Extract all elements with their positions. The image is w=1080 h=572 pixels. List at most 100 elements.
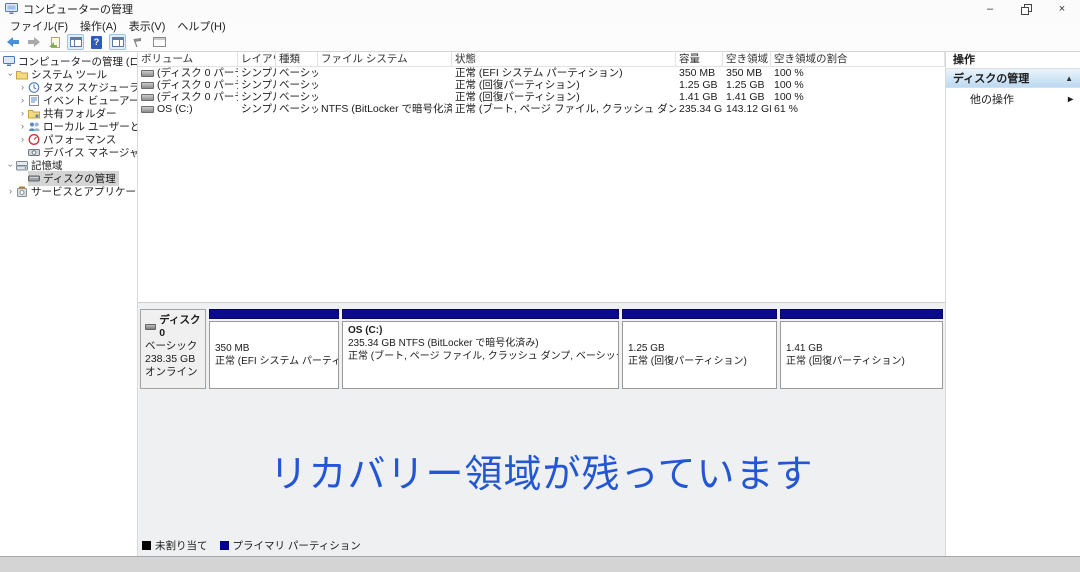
menu-bar: ファイル(F) 操作(A) 表示(V) ヘルプ(H) <box>0 18 1080 33</box>
actions-pane: 操作 ディスクの管理 ▲ 他の操作 ▸ <box>946 52 1080 556</box>
volume-row-partition-5[interactable]: (ディスク 0 パーティション 5) シンプル ベーシック 正常 (回復パーティ… <box>138 91 945 103</box>
export-list-icon[interactable] <box>46 34 63 50</box>
volume-free-pct: 100 % <box>771 79 945 91</box>
chevron-down-icon[interactable]: › <box>4 69 17 80</box>
chevron-right-icon[interactable]: › <box>17 107 28 120</box>
volume-type: ベーシック <box>276 79 318 91</box>
window-controls: – × <box>972 0 1080 18</box>
services-icon <box>16 186 28 197</box>
primary-partition-stripe <box>209 309 339 319</box>
primary-partition-color-swatch <box>220 541 229 550</box>
partition-legend: 未割り当て プライマリ パーティション <box>142 538 361 553</box>
volume-name: OS (C:) <box>157 103 193 115</box>
column-header-volume[interactable]: ボリューム <box>138 52 238 66</box>
volume-capacity: 350 MB <box>676 67 723 79</box>
volume-type: ベーシック <box>276 91 318 103</box>
volume-name: (ディスク 0 パーティション 5) <box>157 91 238 103</box>
partition-recovery-2[interactable]: 1.41 GB 正常 (回復パーティション) <box>780 309 943 389</box>
partition-recovery-1[interactable]: 1.25 GB 正常 (回復パーティション) <box>622 309 777 389</box>
volume-icon <box>141 70 154 77</box>
partition-efi[interactable]: 350 MB 正常 (EFI システム パーティション) <box>209 309 339 389</box>
toolbar: ? <box>0 33 1080 52</box>
column-header-capacity[interactable]: 容量 <box>676 52 723 66</box>
computer-icon <box>3 56 15 67</box>
taskbar-edge <box>0 557 1080 572</box>
recovery-annotation-text: リカバリー領域が残っています <box>138 443 945 498</box>
volume-icon <box>141 94 154 101</box>
shared-folders-icon <box>28 108 40 119</box>
column-header-layout[interactable]: レイアウト <box>238 52 276 66</box>
menu-help[interactable]: ヘルプ(H) <box>171 18 231 34</box>
disk-management-icon <box>28 173 40 184</box>
partition-status: 正常 (回復パーティション) <box>628 355 771 368</box>
column-header-type[interactable]: 種類 <box>276 52 318 66</box>
chevron-right-icon[interactable]: › <box>5 185 16 198</box>
volume-free-pct: 100 % <box>771 91 945 103</box>
tree-item-services-applications[interactable]: › サービスとアプリケーション <box>0 185 137 198</box>
chevron-right-icon[interactable]: › <box>17 94 28 107</box>
app-icon <box>5 3 18 15</box>
users-icon <box>28 121 40 132</box>
chevron-right-icon[interactable]: › <box>17 81 28 94</box>
window-title: コンピューターの管理 <box>23 1 133 17</box>
close-button[interactable]: × <box>1044 0 1080 18</box>
volume-free: 1.25 GB <box>723 79 771 91</box>
help-icon[interactable]: ? <box>88 34 105 50</box>
legend-panel-icon[interactable] <box>151 34 168 50</box>
legend-label: 未割り当て <box>155 538 208 553</box>
column-header-filesystem[interactable]: ファイル システム <box>318 52 452 66</box>
primary-partition-stripe <box>622 309 777 319</box>
menu-file[interactable]: ファイル(F) <box>4 18 74 34</box>
volume-free-pct: 100 % <box>771 67 945 79</box>
partition-status: 正常 (EFI システム パーティション) <box>215 355 333 368</box>
menu-view[interactable]: 表示(V) <box>123 18 172 34</box>
back-arrow-icon[interactable] <box>4 34 21 50</box>
volume-row-partition-4[interactable]: (ディスク 0 パーティション 4) シンプル ベーシック 正常 (回復パーティ… <box>138 79 945 91</box>
volume-row-partition-1[interactable]: (ディスク 0 パーティション 1) シンプル ベーシック 正常 (EFI シス… <box>138 67 945 79</box>
chevron-down-icon[interactable]: › <box>4 160 17 171</box>
system-tools-icon <box>16 69 28 80</box>
volume-free-pct: 61 % <box>771 103 945 115</box>
title-bar: コンピューターの管理 – × <box>0 0 1080 18</box>
menu-action[interactable]: 操作(A) <box>74 18 123 34</box>
computer-management-window: コンピューターの管理 – × ファイル(F) 操作(A) 表示(V) ヘルプ(H… <box>0 0 1080 557</box>
chevron-right-icon[interactable]: › <box>17 120 28 133</box>
event-viewer-icon <box>28 95 40 106</box>
volume-list-header: ボリューム レイアウト 種類 ファイル システム 状態 容量 空き領域 空き領域… <box>138 52 945 67</box>
volume-name: (ディスク 0 パーティション 4) <box>157 79 238 91</box>
restore-button[interactable] <box>1008 0 1044 18</box>
column-header-status[interactable]: 状態 <box>452 52 676 66</box>
partition-status: 正常 (ブート, ページ ファイル, クラッシュ ダンプ, ベーシック データ … <box>348 350 613 363</box>
volume-status: 正常 (回復パーティション) <box>452 79 676 91</box>
disk-0-label[interactable]: ディスク 0 ベーシック 238.35 GB オンライン <box>140 309 206 389</box>
minimize-button[interactable]: – <box>972 0 1008 18</box>
partition-size: 1.41 GB <box>786 342 937 355</box>
primary-partition-stripe <box>780 309 943 319</box>
actions-disk-management-section[interactable]: ディスクの管理 ▲ <box>946 69 1080 88</box>
volume-free: 143.12 GB <box>723 103 771 115</box>
actions-section-label: ディスクの管理 <box>953 70 1029 86</box>
collapse-arrow-icon[interactable]: ▲ <box>1065 74 1073 83</box>
volume-capacity: 1.25 GB <box>676 79 723 91</box>
volume-layout: シンプル <box>238 67 276 79</box>
more-actions-item[interactable]: 他の操作 ▸ <box>946 88 1080 110</box>
volume-name: (ディスク 0 パーティション 1) <box>157 67 238 79</box>
forward-arrow-icon[interactable] <box>25 34 42 50</box>
column-header-free-pct[interactable]: 空き領域の割合 <box>771 52 945 66</box>
volume-type: ベーシック <box>276 67 318 79</box>
chevron-right-icon[interactable]: › <box>17 133 28 146</box>
partition-os-c[interactable]: OS (C:) 235.34 GB NTFS (BitLocker で暗号化済み… <box>342 309 619 389</box>
legend-primary-partition: プライマリ パーティション <box>220 538 361 553</box>
console-tree-toggle-icon[interactable] <box>67 34 84 50</box>
help-glyph: ? <box>91 36 102 49</box>
properties-icon[interactable] <box>130 34 147 50</box>
action-pane-toggle-icon[interactable] <box>109 34 126 50</box>
content-area: › コンピューターの管理 (ローカル) › システム ツール › タスク スケジ… <box>0 52 1080 556</box>
more-actions-label: 他の操作 <box>970 91 1014 107</box>
disk-name: ディスク 0 <box>159 314 201 340</box>
disk-icon <box>145 324 156 330</box>
column-header-free[interactable]: 空き領域 <box>723 52 771 66</box>
volume-row-os-c[interactable]: OS (C:) シンプル ベーシック NTFS (BitLocker で暗号化済… <box>138 103 945 115</box>
volume-layout: シンプル <box>238 103 276 115</box>
partition-size: 350 MB <box>215 342 333 355</box>
